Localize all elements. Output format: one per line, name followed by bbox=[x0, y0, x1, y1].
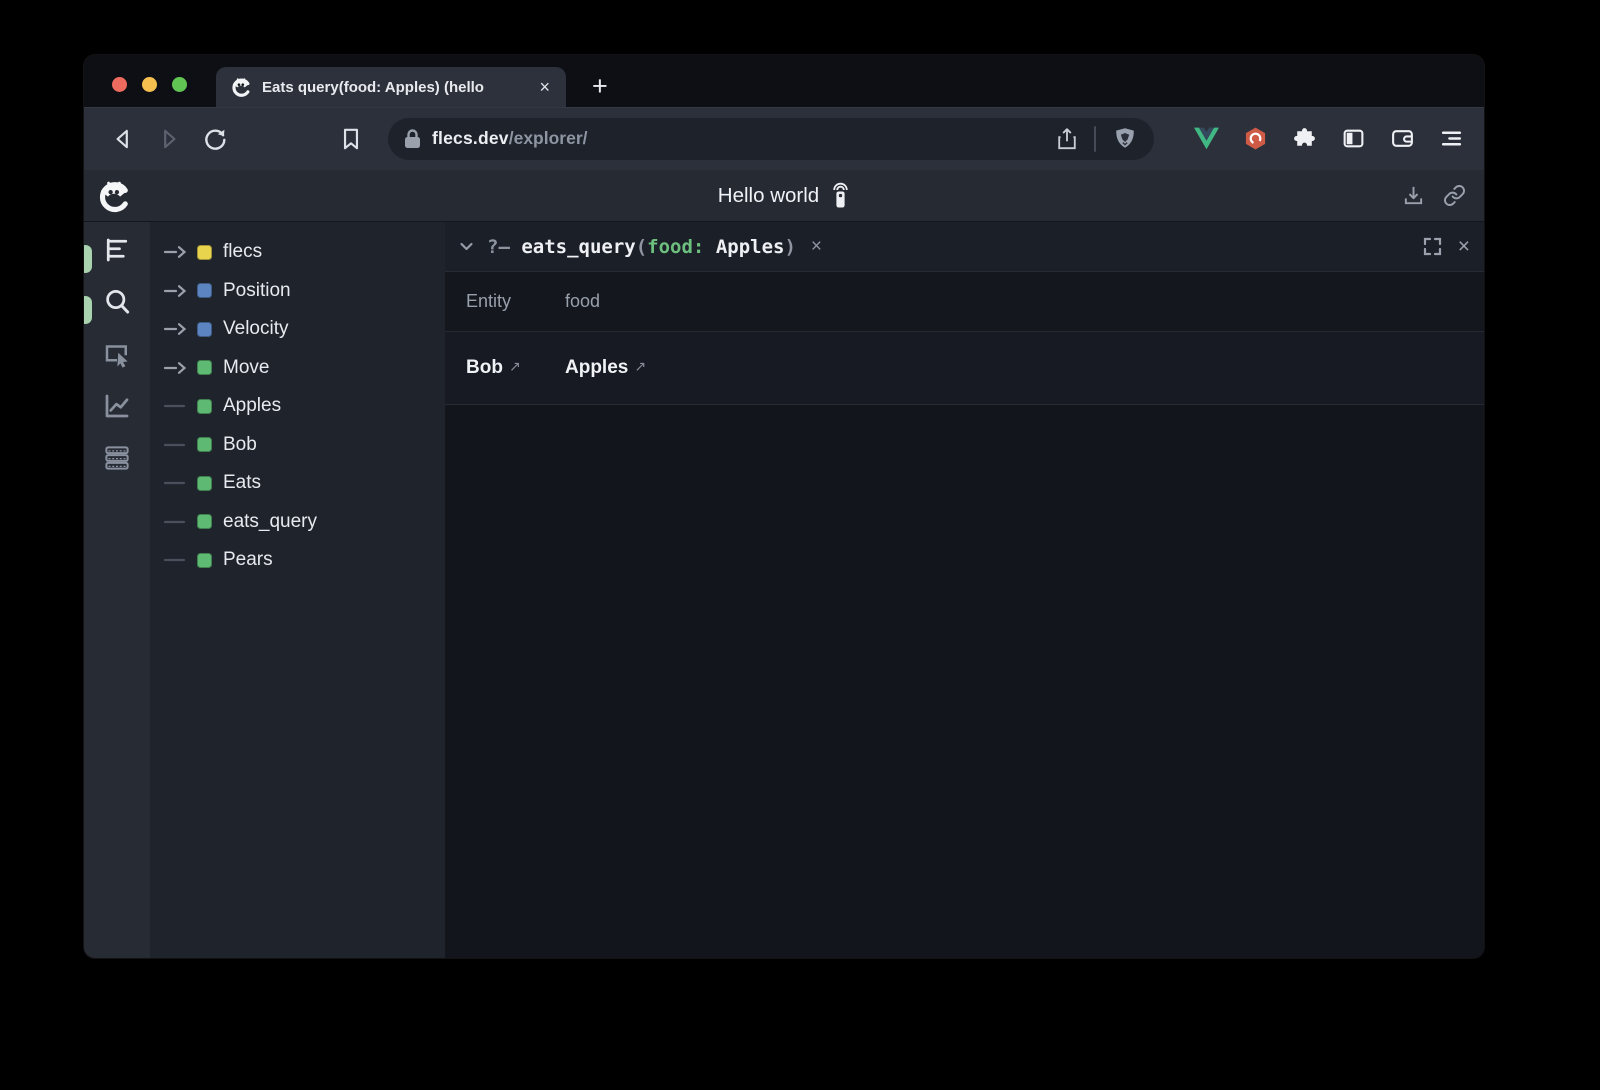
entity-tree: flecs Position Velocity Move Apples bbox=[150, 222, 445, 958]
tree-item-label[interactable]: Position bbox=[223, 280, 291, 302]
extension-row bbox=[1194, 126, 1464, 151]
expand-arrow-icon[interactable] bbox=[163, 284, 193, 298]
query-header: ?– eats_query(food: Apples) × × bbox=[445, 222, 1484, 272]
hexagon-extension-icon[interactable] bbox=[1243, 126, 1268, 151]
query-expression: ?– eats_query(food: Apples) bbox=[487, 236, 796, 258]
tree-item-apples[interactable]: Apples bbox=[150, 387, 445, 426]
entity-kind-swatch bbox=[197, 283, 212, 298]
traffic-lights bbox=[112, 77, 187, 92]
reload-icon[interactable] bbox=[202, 126, 228, 152]
tree-branch-line bbox=[163, 515, 193, 529]
lock-icon[interactable] bbox=[404, 129, 421, 149]
result-table-header: Entity food bbox=[445, 272, 1484, 332]
column-header-food: food bbox=[545, 291, 600, 312]
entity-kind-swatch bbox=[197, 399, 212, 414]
app-header: Hello world bbox=[84, 170, 1484, 222]
chart-panel-icon[interactable] bbox=[102, 391, 132, 421]
bookmark-icon[interactable] bbox=[338, 126, 364, 152]
expand-arrow-icon[interactable] bbox=[163, 322, 193, 336]
url-bar[interactable]: flecs.dev/explorer/ bbox=[388, 118, 1154, 160]
empty-results-area bbox=[445, 405, 1484, 958]
chevron-down-icon[interactable] bbox=[459, 239, 474, 254]
inspector-icon[interactable] bbox=[102, 339, 132, 369]
tree-item-move[interactable]: Move bbox=[150, 349, 445, 388]
tree-item-eats-query[interactable]: eats_query bbox=[150, 503, 445, 542]
query-clear-icon[interactable]: × bbox=[808, 236, 825, 258]
goto-entity-icon[interactable]: ↗ bbox=[634, 358, 646, 375]
window-zoom-button[interactable] bbox=[172, 77, 187, 92]
tree-item-label[interactable]: Pears bbox=[223, 549, 273, 571]
link-icon[interactable] bbox=[1443, 184, 1466, 207]
tree-panel-icon[interactable] bbox=[102, 235, 132, 265]
tree-item-position[interactable]: Position bbox=[150, 272, 445, 311]
tree-branch-line bbox=[163, 476, 193, 490]
tree-item-label[interactable]: Move bbox=[223, 357, 269, 379]
flecs-logo-icon[interactable] bbox=[96, 178, 132, 214]
active-panel-indicator bbox=[84, 296, 92, 324]
tree-item-velocity[interactable]: Velocity bbox=[150, 310, 445, 349]
entity-kind-swatch bbox=[197, 245, 212, 260]
tree-item-pears[interactable]: Pears bbox=[150, 541, 445, 580]
entity-kind-swatch bbox=[197, 322, 212, 337]
expand-arrow-icon[interactable] bbox=[163, 361, 193, 375]
icon-rail bbox=[84, 222, 150, 958]
wallet-icon[interactable] bbox=[1390, 126, 1415, 151]
tree-item-label[interactable]: Eats bbox=[223, 472, 261, 494]
back-icon[interactable] bbox=[110, 126, 136, 152]
entity-kind-swatch bbox=[197, 437, 212, 452]
entity-kind-swatch bbox=[197, 514, 212, 529]
tab-title: Eats query(food: Apples) (hello bbox=[262, 79, 535, 96]
tree-item-flecs[interactable]: flecs bbox=[150, 233, 445, 272]
vue-devtools-icon[interactable] bbox=[1194, 126, 1219, 151]
tree-item-label[interactable]: Bob bbox=[223, 434, 257, 456]
tree-item-label[interactable]: Apples bbox=[223, 395, 281, 417]
new-tab-button[interactable]: + bbox=[584, 69, 616, 103]
tree-item-label[interactable]: flecs bbox=[223, 241, 262, 263]
entity-kind-swatch bbox=[197, 476, 212, 491]
share-icon[interactable] bbox=[1056, 127, 1078, 151]
tab-bar: Eats query(food: Apples) (hello × + bbox=[84, 55, 1484, 107]
stats-panel-icon[interactable] bbox=[102, 443, 132, 473]
active-panel-indicator bbox=[84, 245, 92, 273]
sidebar-toggle-icon[interactable] bbox=[1341, 126, 1366, 151]
download-icon[interactable] bbox=[1402, 184, 1425, 207]
close-panel-icon[interactable]: × bbox=[1458, 236, 1470, 257]
query-search-icon[interactable] bbox=[102, 287, 132, 317]
menu-icon[interactable] bbox=[1439, 126, 1464, 151]
tree-item-label[interactable]: Velocity bbox=[223, 318, 288, 340]
forward-icon bbox=[156, 126, 182, 152]
column-header-entity: Entity bbox=[445, 291, 545, 312]
table-row[interactable]: Bob ↗ Apples ↗ bbox=[445, 332, 1484, 405]
remote-connection-icon bbox=[831, 182, 850, 209]
url-divider bbox=[1094, 126, 1096, 152]
url-path: /explorer/ bbox=[509, 128, 588, 149]
expand-arrow-icon[interactable] bbox=[163, 245, 193, 259]
page-title: Hello world bbox=[718, 184, 819, 208]
entity-kind-swatch bbox=[197, 360, 212, 375]
tree-item-label[interactable]: eats_query bbox=[223, 511, 317, 533]
tree-branch-line bbox=[163, 553, 193, 567]
tab-close-icon[interactable]: × bbox=[535, 76, 554, 98]
entity-kind-swatch bbox=[197, 553, 212, 568]
window-close-button[interactable] bbox=[112, 77, 127, 92]
tree-item-eats[interactable]: Eats bbox=[150, 464, 445, 503]
goto-entity-icon[interactable]: ↗ bbox=[509, 358, 521, 375]
brave-shield-icon[interactable] bbox=[1112, 126, 1138, 152]
query-panel: ?– eats_query(food: Apples) × × Entity f… bbox=[445, 222, 1484, 958]
browser-toolbar: flecs.dev/explorer/ bbox=[84, 107, 1484, 170]
window-minimize-button[interactable] bbox=[142, 77, 157, 92]
food-cell[interactable]: Apples bbox=[565, 357, 628, 379]
tree-branch-line bbox=[163, 438, 193, 452]
tree-item-bob[interactable]: Bob bbox=[150, 426, 445, 465]
flecs-favicon-icon bbox=[230, 76, 252, 98]
tree-branch-line bbox=[163, 399, 193, 413]
extensions-puzzle-icon[interactable] bbox=[1292, 126, 1317, 151]
url-domain: flecs.dev bbox=[432, 128, 509, 149]
entity-cell[interactable]: Bob bbox=[466, 357, 503, 379]
browser-tab[interactable]: Eats query(food: Apples) (hello × bbox=[216, 67, 566, 107]
browser-window: Eats query(food: Apples) (hello × + flec… bbox=[84, 55, 1484, 958]
fullscreen-icon[interactable] bbox=[1423, 237, 1442, 256]
